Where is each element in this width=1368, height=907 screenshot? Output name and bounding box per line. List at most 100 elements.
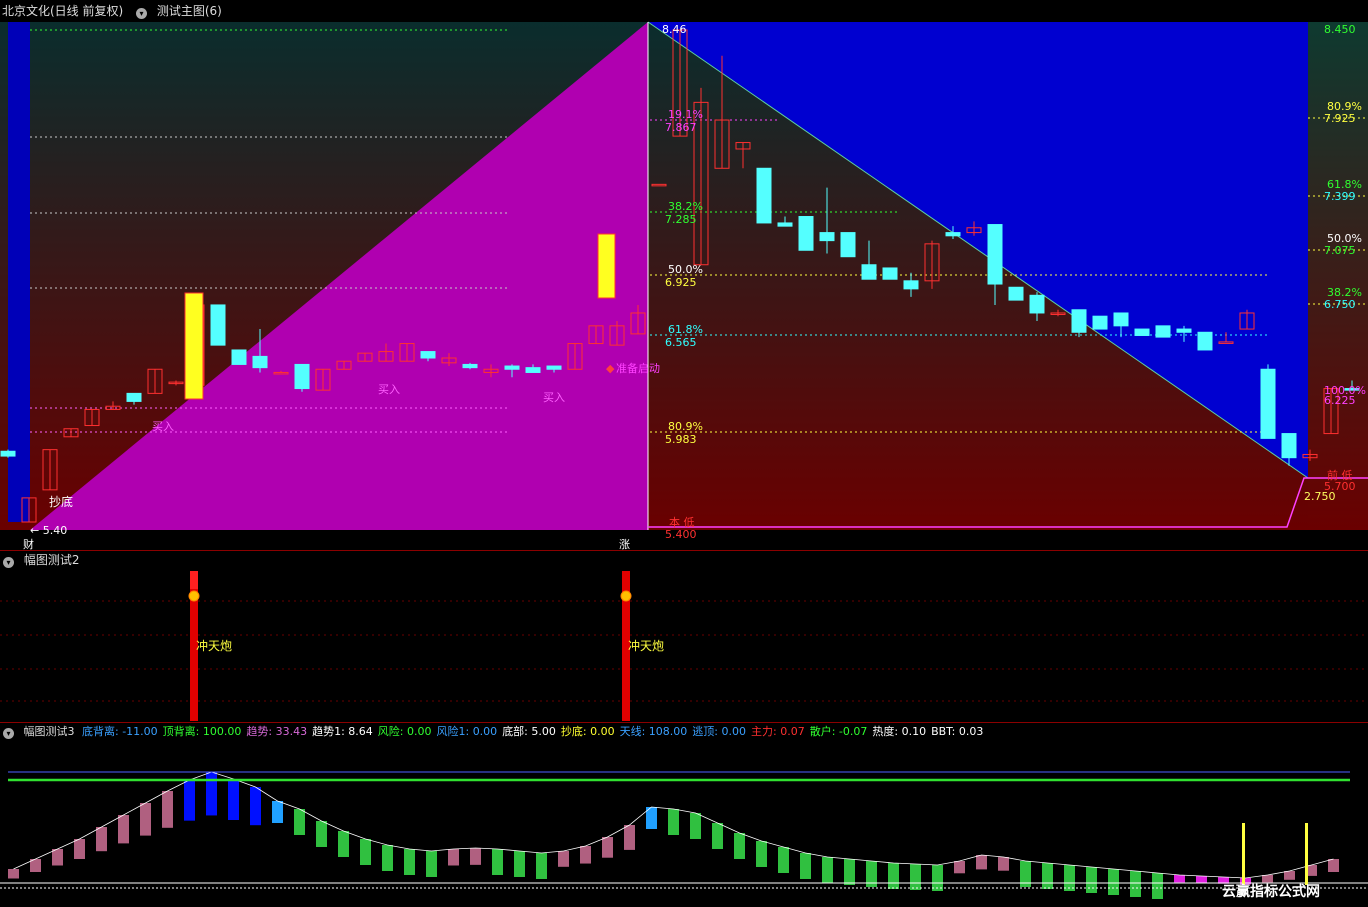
oscillator-bar bbox=[514, 851, 525, 877]
oscillator-bar bbox=[844, 859, 855, 885]
candle-body-down bbox=[987, 224, 1003, 285]
candle-body-down bbox=[1155, 325, 1171, 338]
fib-price: 7.867 bbox=[665, 121, 697, 134]
oscillator-bar bbox=[888, 863, 899, 889]
fib-price: 6.565 bbox=[665, 336, 697, 349]
candle bbox=[0, 449, 16, 458]
oscillator-bar bbox=[96, 827, 107, 852]
candle-body-down bbox=[945, 232, 961, 237]
oscillator-bar bbox=[294, 809, 305, 835]
oscillator-bar bbox=[1042, 863, 1053, 889]
candle-body-down bbox=[903, 280, 919, 290]
oscillator-bar bbox=[1108, 869, 1119, 895]
fib-pct: 80.9% bbox=[668, 420, 703, 433]
buy-label: 买入 bbox=[378, 383, 400, 396]
candle-body-down bbox=[546, 365, 562, 370]
sub-panel-3: ▾ 幅图测试3 底背离: -11.00 顶背离: 100.00 趋势: 33.43 趋… bbox=[0, 723, 1368, 907]
oscillator-bar bbox=[800, 853, 811, 879]
start-label: 准备启动 bbox=[616, 361, 660, 375]
oscillator-bar bbox=[338, 831, 349, 857]
watermark: 云赢指标公式网 bbox=[1222, 883, 1320, 900]
right-axis-bg bbox=[1308, 22, 1368, 530]
candle-body-down bbox=[840, 232, 856, 258]
oscillator-bar bbox=[976, 855, 987, 870]
yellow-spike bbox=[1305, 823, 1308, 885]
oscillator-bar bbox=[162, 791, 173, 828]
oscillator-bar bbox=[404, 849, 415, 875]
oscillator-bar bbox=[382, 845, 393, 871]
price-chart: 8.46 ← 5.40 抄底 买入 买入 买入 ◆ 准备启动 本 低 5.400… bbox=[0, 21, 1368, 550]
fib-price: 5.983 bbox=[665, 433, 697, 446]
right-low-price: 2.750 bbox=[1304, 490, 1336, 503]
oscillator-bar bbox=[998, 857, 1009, 871]
signal-chart: 冲天炮 冲天炮 bbox=[0, 571, 1368, 721]
candle-body-down bbox=[231, 349, 247, 365]
oscillator-bar bbox=[1152, 873, 1163, 899]
fib-price: 6.925 bbox=[665, 276, 697, 289]
oscillator-bar bbox=[1174, 875, 1185, 883]
oscillator-bar bbox=[558, 851, 569, 867]
highlight-candle-2 bbox=[597, 233, 616, 299]
oscillator-bar bbox=[1064, 865, 1075, 891]
oscillator-bar bbox=[360, 839, 371, 865]
oscillator-bar bbox=[910, 864, 921, 890]
candle-body-down bbox=[0, 450, 16, 457]
candle bbox=[798, 216, 814, 251]
candle bbox=[756, 167, 772, 224]
oscillator-bar bbox=[690, 813, 701, 839]
peak-label: 8.46 bbox=[662, 23, 687, 36]
oscillator-bar bbox=[448, 849, 459, 866]
oscillator-bar bbox=[1130, 871, 1141, 897]
candle bbox=[1092, 315, 1108, 330]
candle bbox=[294, 363, 310, 392]
candle bbox=[1134, 328, 1150, 336]
fib-pct: 61.8% bbox=[668, 323, 703, 336]
signal-bar-top bbox=[190, 571, 198, 589]
candle-body-down bbox=[882, 267, 898, 280]
oscillator-bar bbox=[8, 869, 19, 879]
candle-body-down bbox=[1029, 294, 1045, 314]
fib-price: 7.399 bbox=[1324, 190, 1356, 203]
candle-body-down bbox=[1092, 315, 1108, 330]
candle-body-down bbox=[210, 304, 226, 346]
candle-body-down bbox=[294, 363, 310, 390]
candle-body-down bbox=[420, 351, 436, 359]
oscillator-bar bbox=[140, 803, 151, 836]
candle-body-down bbox=[1008, 286, 1024, 301]
candle-body-down bbox=[1071, 309, 1087, 333]
fib-price: 7.285 bbox=[665, 213, 697, 226]
signal-label: 冲天炮 bbox=[628, 638, 664, 653]
candle bbox=[1197, 331, 1213, 351]
candle-body-down bbox=[861, 264, 877, 280]
oscillator-bars bbox=[8, 771, 1339, 899]
oscillator-bar bbox=[668, 809, 679, 835]
candle-body-down bbox=[777, 222, 793, 227]
oscillator-bar bbox=[1262, 875, 1273, 883]
buy-label: 买入 bbox=[543, 391, 565, 404]
buy-label: 买入 bbox=[152, 420, 174, 433]
bottom-mid-mark: 涨 bbox=[619, 538, 630, 550]
diamond-icon: ◆ bbox=[606, 362, 615, 375]
chaodi-label: 抄底 bbox=[49, 494, 73, 509]
fib-price: 7.075 bbox=[1324, 244, 1356, 257]
candle-body-down bbox=[1176, 328, 1192, 333]
candle bbox=[1008, 286, 1024, 301]
low-mid-text: 本 低 bbox=[669, 515, 695, 529]
signal-label: 冲天炮 bbox=[196, 638, 232, 653]
oscillator-bar bbox=[954, 861, 965, 874]
candle-body-down bbox=[1134, 328, 1150, 336]
candle bbox=[1260, 364, 1276, 439]
candle bbox=[882, 267, 898, 280]
fib-price: 6.750 bbox=[1324, 298, 1356, 311]
candle-body-down bbox=[126, 392, 142, 402]
candle-body-down bbox=[1197, 331, 1213, 351]
oscillator-bar bbox=[492, 849, 503, 875]
main-chart-panel: 北京文化(日线 前复权) ▾ 测试主图(6) 8.46 ← 5.40 抄底 买入… bbox=[0, 0, 1368, 550]
candle bbox=[840, 232, 856, 258]
fib-price: 7.925 bbox=[1324, 112, 1356, 125]
fib-pct: 19.1% bbox=[668, 108, 703, 121]
bottom-left-mark: 财 bbox=[23, 537, 34, 550]
oscillator-bar bbox=[206, 772, 217, 816]
candle-body-down bbox=[525, 367, 541, 373]
oscillator-bar bbox=[52, 849, 63, 866]
